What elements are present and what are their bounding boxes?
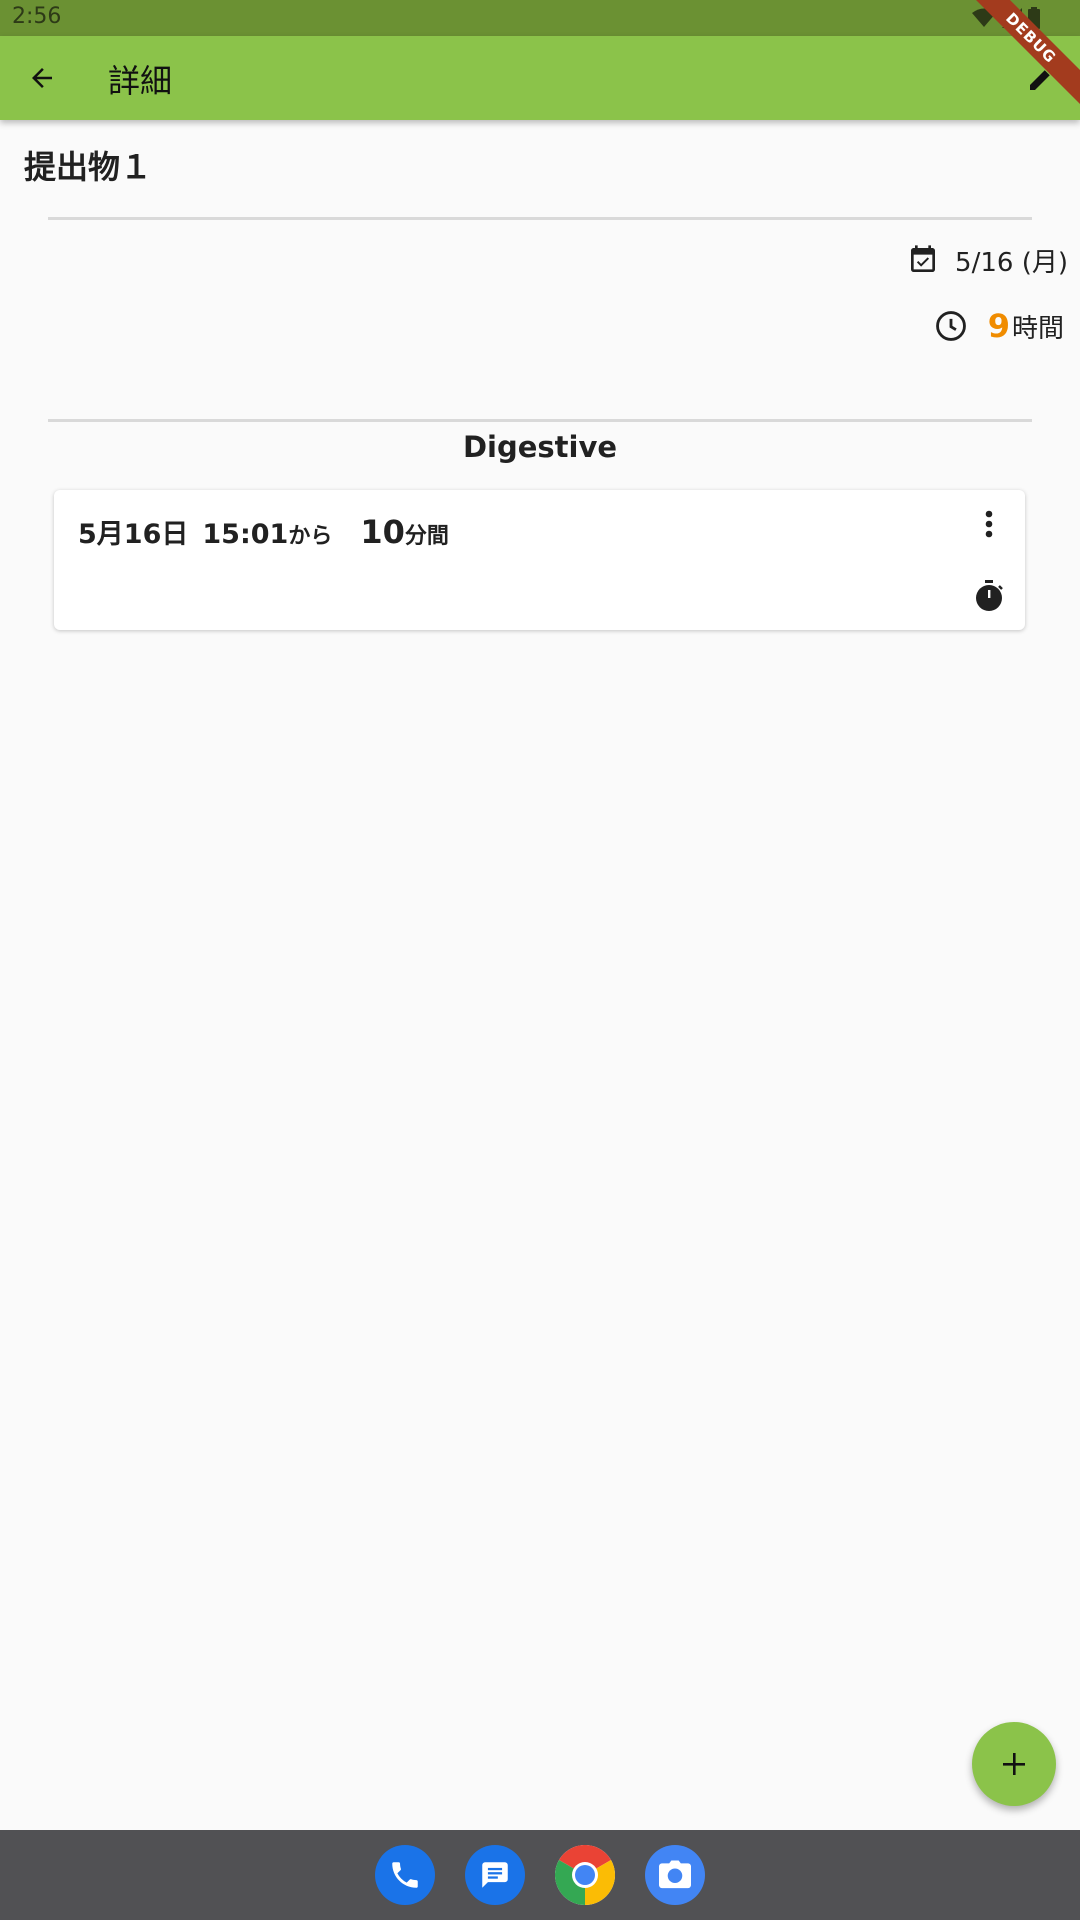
- status-icons: [972, 6, 1040, 30]
- pencil-icon: [1030, 65, 1055, 90]
- dock-phone-app[interactable]: [375, 1845, 435, 1905]
- status-bar: 2:56: [0, 0, 1080, 36]
- back-button[interactable]: [18, 54, 66, 102]
- session-timer-button[interactable]: [971, 576, 1007, 616]
- arrow-back-icon: [32, 68, 52, 88]
- hours-unit: 時間: [1011, 314, 1064, 344]
- phone-icon: [392, 1862, 418, 1888]
- divider-top: [48, 217, 1032, 220]
- session-more-button[interactable]: [971, 504, 1007, 544]
- edit-button[interactable]: [1018, 54, 1066, 102]
- session-duration-unit: 分間: [404, 524, 449, 549]
- battery-icon: [1028, 7, 1040, 29]
- more-vert-icon: [985, 510, 993, 538]
- stopwatch-icon: [976, 580, 1003, 611]
- chrome-icon: [555, 1845, 615, 1905]
- camera-icon: [659, 1860, 691, 1889]
- calendar-check-icon: [911, 245, 936, 272]
- session-card[interactable]: 5月16日 15:01 から 10 分間: [54, 490, 1025, 630]
- wifi-icon: [972, 8, 996, 27]
- app-bar: 詳細: [0, 36, 1080, 120]
- session-summary: 5月16日 15:01 から 10 分間: [78, 512, 449, 551]
- total-hours-row: 9時間: [934, 306, 1064, 346]
- plus-icon: [1003, 1753, 1025, 1775]
- divider-middle: [48, 419, 1032, 422]
- session-date: 5月16日: [78, 519, 189, 550]
- clock-icon: [935, 311, 966, 341]
- session-from-label: から: [288, 524, 333, 549]
- due-date-row: 5/16 (月): [907, 240, 1068, 280]
- due-date-text: 5/16 (月): [955, 247, 1068, 278]
- session-duration: 10: [360, 513, 405, 551]
- hours-value: 9: [987, 307, 1010, 345]
- section-title: Digestive: [462, 430, 618, 464]
- dock-messages-app[interactable]: [465, 1845, 525, 1905]
- total-hours: 9時間: [988, 307, 1064, 345]
- messages-icon: [482, 1862, 508, 1888]
- page-title: 提出物１: [24, 148, 153, 186]
- session-start-time: 15:01: [202, 519, 289, 550]
- dock-chrome-app[interactable]: [555, 1845, 615, 1905]
- app-bar-title: 詳細: [108, 62, 173, 100]
- add-session-fab[interactable]: [972, 1722, 1056, 1806]
- screen: 2:56 詳細 DEBUG 提出物１ 5/16 (月) 9時間 Digestiv…: [0, 0, 1080, 1920]
- signal-icon: [1002, 8, 1022, 28]
- dock-camera-app[interactable]: [645, 1845, 705, 1905]
- app-dock: [0, 1830, 1080, 1920]
- status-time: 2:56: [12, 4, 62, 29]
